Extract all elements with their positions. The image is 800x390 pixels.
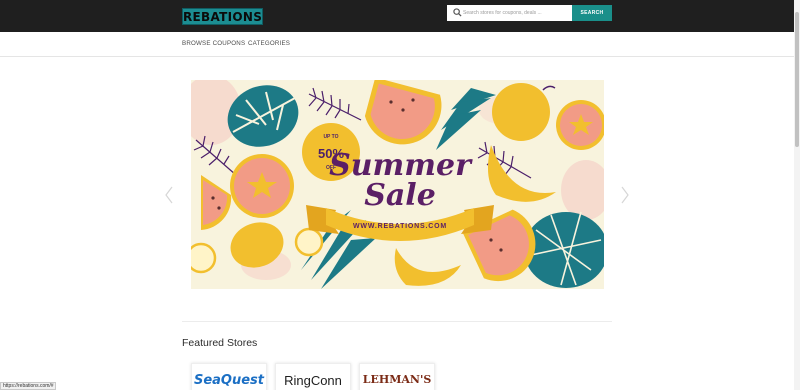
chevron-right-icon[interactable] xyxy=(620,185,630,205)
top-header: REBATIONS SEARCH xyxy=(0,0,800,32)
guava-icon xyxy=(230,154,294,218)
site-logo[interactable]: REBATIONS xyxy=(182,8,263,25)
chevron-left-icon[interactable] xyxy=(164,185,174,205)
status-bar-url: https://rebations.com/# xyxy=(0,382,56,390)
store-name: SeaQuest xyxy=(193,373,265,388)
page-scrollbar[interactable] xyxy=(794,0,800,390)
store-name: RingConn xyxy=(284,373,342,388)
scrollbar-thumb[interactable] xyxy=(795,12,799,147)
banner-illustration: UP TO 50% OFF Summer Sale WWW.REBATIONS.… xyxy=(191,80,604,289)
fern-icon xyxy=(308,87,362,121)
section-divider xyxy=(182,321,612,322)
promo-banner[interactable]: UP TO 50% OFF Summer Sale WWW.REBATIONS.… xyxy=(191,80,604,289)
badge-top: UP TO xyxy=(323,134,338,140)
store-card-lehmans[interactable]: LEHMAN'S xyxy=(359,363,435,390)
headline-line2: Sale xyxy=(364,178,436,213)
watermelon-icon xyxy=(364,80,442,145)
nav-browse-coupons[interactable]: BROWSE COUPONS xyxy=(182,40,245,47)
search-input[interactable] xyxy=(463,5,571,21)
main-nav: BROWSE COUPONS CATEGORIES xyxy=(0,32,800,57)
logo-text: REBATIONS xyxy=(183,10,263,24)
store-name: LEHMAN'S xyxy=(362,373,432,386)
search-icon xyxy=(453,8,462,17)
featured-stores-heading: Featured Stores xyxy=(182,337,258,349)
orange-icon xyxy=(492,83,556,141)
store-card-ringconn[interactable]: RingConn xyxy=(275,363,351,390)
nav-categories[interactable]: CATEGORIES xyxy=(248,40,290,47)
page: REBATIONS SEARCH BROWSE COUPONS CATEGORI… xyxy=(0,0,800,390)
search-box[interactable] xyxy=(447,5,573,21)
search-button[interactable]: SEARCH xyxy=(572,5,612,21)
ribbon-text: WWW.REBATIONS.COM xyxy=(353,223,447,230)
store-card-seaquest[interactable]: SeaQuest xyxy=(191,363,267,390)
